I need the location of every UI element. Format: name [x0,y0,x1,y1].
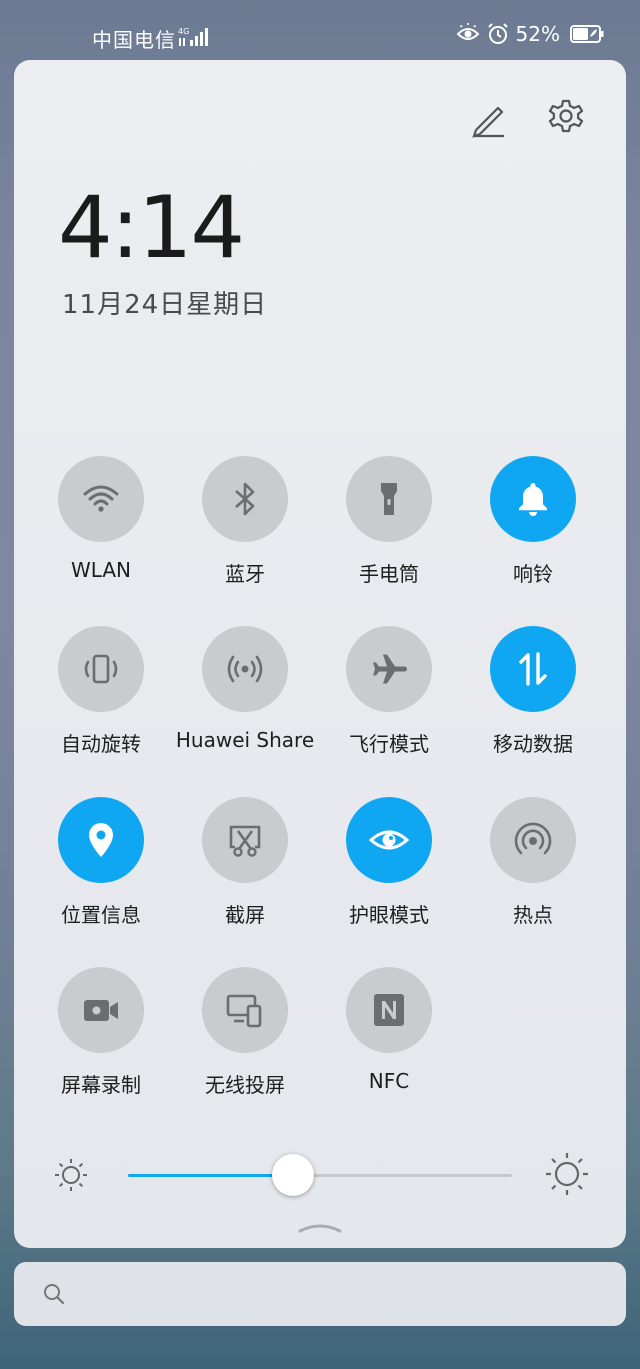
network-type: 4G [178,27,189,36]
toggle-button[interactable] [202,967,288,1053]
toggle-flashlight[interactable]: 手电筒 [317,456,461,587]
toggle-wifi[interactable]: WLAN [29,456,173,582]
hotspot-icon [512,819,554,861]
toggle-button[interactable] [202,456,288,542]
toggle-label: 手电筒 [359,562,419,586]
toggle-button[interactable] [346,797,432,883]
toggle-button[interactable] [58,456,144,542]
brightness-control [14,1150,626,1202]
brightness-low-icon [55,1159,87,1191]
toggle-button[interactable] [58,797,144,883]
toggle-button[interactable] [58,967,144,1053]
toggle-label: WLAN [70,558,132,582]
flashlight-icon [368,478,410,520]
alarm-icon [487,23,508,44]
wifi-icon [80,478,122,520]
carrier-name: 中国电信 [92,28,176,52]
gear-icon[interactable] [546,98,586,138]
toggle-label: 护眼模式 [349,903,429,927]
clock-time[interactable]: 4:14 [58,178,245,278]
toggle-label: 移动数据 [493,732,573,756]
toggle-wireless-projection[interactable]: 无线投屏 [173,967,317,1098]
screenshot-icon [224,819,266,861]
toggle-button[interactable] [490,626,576,712]
brightness-fill [128,1174,294,1177]
nfc-icon [368,989,410,1031]
toggle-location[interactable]: 位置信息 [29,797,173,928]
toggle-label: Huawei Share [175,728,315,752]
toggle-label: 位置信息 [61,903,141,927]
brightness-slider[interactable] [128,1154,512,1196]
panel-collapse-handle[interactable] [298,1220,342,1234]
search-input[interactable] [80,1274,604,1316]
toggle-hotspot[interactable]: 热点 [461,797,605,928]
toggle-airplane[interactable]: 飞行模式 [317,626,461,757]
brightness-high-icon [546,1153,588,1195]
toggle-screen-record[interactable]: 屏幕录制 [29,967,173,1098]
toggle-button[interactable] [346,456,432,542]
toggle-label: 飞行模式 [349,732,429,756]
toggle-button[interactable] [202,797,288,883]
search-bar[interactable] [14,1262,626,1326]
toggle-bluetooth[interactable]: 蓝牙 [173,456,317,587]
clock-date[interactable]: 11月24日星期日 [62,284,267,321]
toggle-label: NFC [368,1069,410,1093]
toggle-button[interactable] [490,797,576,883]
toggle-eye[interactable]: 护眼模式 [317,797,461,928]
huawei-share-icon [224,648,266,690]
toggle-label: 无线投屏 [205,1073,285,1097]
bell-icon [512,478,554,520]
location-icon [80,819,122,861]
toggle-button[interactable] [58,626,144,712]
edit-icon[interactable] [468,98,508,138]
toggle-label: 响铃 [513,562,553,586]
brightness-thumb[interactable] [272,1154,315,1196]
toggle-label: 自动旋转 [61,732,141,756]
battery-icon [570,25,604,43]
toggle-bell[interactable]: 响铃 [461,456,605,587]
signal-icon: 4G [178,27,208,46]
toggle-mobile-data[interactable]: 移动数据 [461,626,605,757]
toggle-nfc[interactable]: NFC [317,967,461,1093]
mobile-data-icon [512,648,554,690]
toggle-button[interactable] [202,626,288,712]
toggle-button[interactable] [346,967,432,1053]
toggle-label: 屏幕录制 [61,1073,141,1097]
quick-settings-panel: 4:14 11月24日星期日 WLAN 蓝牙 手电筒 响铃自动旋转 Huawei Sha… [14,60,626,1248]
toggle-screenshot[interactable]: 截屏 [173,797,317,928]
battery-percent: 52% [515,22,560,46]
toggle-label: 蓝牙 [225,562,265,586]
bluetooth-icon [224,478,266,520]
screen-record-icon [80,989,122,1031]
toggle-label: 热点 [513,903,553,927]
toggle-huawei-share[interactable]: Huawei Share [173,626,317,752]
toggle-button[interactable] [346,626,432,712]
wireless-projection-icon [224,989,266,1031]
search-icon [44,1284,65,1305]
auto-rotate-icon [80,648,122,690]
airplane-icon [368,648,410,690]
eye-icon [368,819,410,861]
toggle-button[interactable] [490,456,576,542]
toggle-auto-rotate[interactable]: 自动旋转 [29,626,173,757]
eye-comfort-status-icon [456,23,479,40]
toggle-label: 截屏 [225,903,265,927]
